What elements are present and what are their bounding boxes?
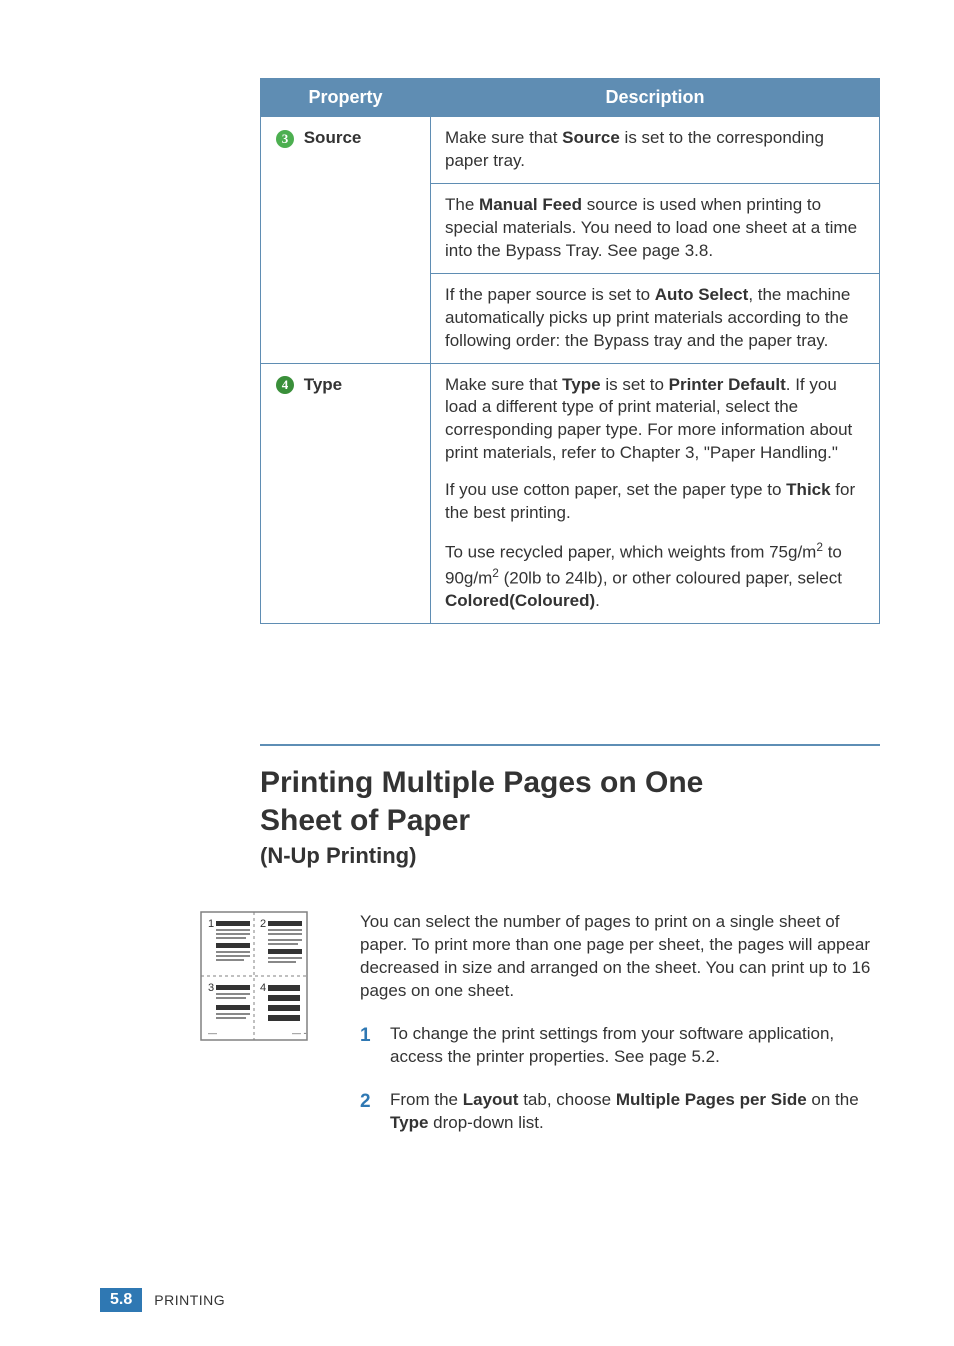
svg-text:3: 3 <box>282 131 289 146</box>
step-body: To change the print settings from your s… <box>390 1023 874 1069</box>
svg-text:—: — <box>208 1028 217 1038</box>
header-description: Description <box>431 79 880 117</box>
svg-text:3: 3 <box>208 982 214 994</box>
page-footer: 5.8 PRINTING <box>100 1288 225 1312</box>
section-title-line2: Sheet of Paper <box>260 804 470 837</box>
property-label: 3 Source <box>261 117 431 364</box>
svg-text:4: 4 <box>282 377 289 392</box>
step-number: 2 <box>360 1089 390 1135</box>
svg-text:2: 2 <box>260 918 266 930</box>
page-number-badge: 5.8 <box>100 1288 142 1312</box>
section-heading: Printing Multiple Pages on One Sheet of … <box>260 764 880 869</box>
description-cell: Make sure that Source is set to the corr… <box>431 117 880 184</box>
footer-label: PRINTING <box>154 1292 225 1308</box>
intro-paragraph: You can select the number of pages to pr… <box>360 911 874 1003</box>
number-badge-icon: 3 <box>275 129 295 149</box>
number-badge-icon: 4 <box>275 375 295 395</box>
description-cell: Make sure that Type is set to Printer De… <box>431 363 880 624</box>
header-property: Property <box>261 79 431 117</box>
svg-text:1: 1 <box>208 918 214 930</box>
properties-table: Property Description 3 SourceMake sure t… <box>260 78 880 624</box>
nup-thumbnail: 1 2 <box>200 911 310 1135</box>
step-item: 2From the Layout tab, choose Multiple Pa… <box>360 1089 874 1135</box>
svg-text:— -: — - <box>292 1028 307 1038</box>
step-number: 1 <box>360 1023 390 1069</box>
property-label: 4 Type <box>261 363 431 624</box>
description-cell: If the paper source is set to Auto Selec… <box>431 273 880 363</box>
section-title-line1: Printing Multiple Pages on One <box>260 766 703 799</box>
section-divider <box>260 744 880 746</box>
step-item: 1To change the print settings from your … <box>360 1023 874 1069</box>
step-body: From the Layout tab, choose Multiple Pag… <box>390 1089 874 1135</box>
svg-text:4: 4 <box>260 982 266 994</box>
section-subtitle: (N-Up Printing) <box>260 843 880 869</box>
description-cell: The Manual Feed source is used when prin… <box>431 183 880 273</box>
